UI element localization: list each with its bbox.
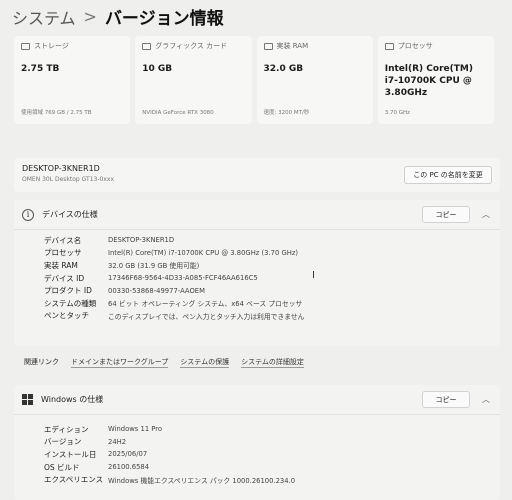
spec-label: ペンとタッチ: [44, 311, 89, 321]
spec-value: 17346F68-9564-4D33-A085-FCF46AA616C5: [108, 274, 258, 283]
card-value: 2.75 TB: [21, 64, 60, 74]
card-value: 10 GB: [142, 64, 173, 74]
processor-card: プロセッサ Intel(R) Core(TM) i7-10700K CPU @ …: [377, 36, 494, 124]
storage-card: ストレージ 2.75 TB 使用領域 769 GB / 2.75 TB: [14, 36, 131, 124]
spec-label: インストール日: [44, 449, 97, 459]
related-links-heading: 関連リンク: [24, 358, 59, 366]
spec-row: プロダクト ID 00330-53868-49977-AAOEM: [44, 284, 500, 297]
spec-row: OS ビルド 26100.6584: [44, 461, 500, 474]
ram-icon: [263, 42, 273, 50]
ram-card: 実装 RAM 32.0 GB 速度: 3200 MT/秒: [256, 36, 373, 124]
spec-row: プロセッサ Intel(R) Core(TM) i7-10700K CPU @ 3…: [44, 247, 500, 260]
card-value: Intel(R) Core(TM) i7-10700K CPU @ 3.80GH…: [384, 64, 473, 98]
spec-row: エクスペリエンス Windows 機能エクスペリエンス パック 1000.2610…: [44, 473, 500, 486]
card-label: ストレージ: [34, 42, 69, 50]
breadcrumb: システム > バージョン情報: [12, 4, 224, 29]
spec-row: バージョン 24H2: [44, 436, 500, 449]
chevron-up-icon[interactable]: ︿: [482, 394, 490, 405]
card-sub: 使用領域 769 GB / 2.75 TB: [21, 110, 92, 116]
domain-workgroup-link[interactable]: ドメインまたはワークグループ: [71, 357, 169, 368]
spec-label: デバイス ID: [44, 273, 85, 283]
processor-icon: [384, 42, 394, 50]
spec-value: 32.0 GB (31.9 GB 使用可能): [108, 262, 200, 271]
graphics-card: グラフィックス カード 10 GB NVIDIA GeForce RTX 308…: [135, 36, 252, 124]
chevron-up-icon[interactable]: ︿: [482, 209, 490, 220]
windows-spec-list: エディション Windows 11 Pro バージョン 24H2 インストール日 20…: [14, 415, 500, 486]
spec-label: エクスペリエンス: [44, 475, 104, 485]
spec-value: Intel(R) Core(TM) i7-10700K CPU @ 3.80GH…: [108, 248, 299, 257]
card-sub: NVIDIA GeForce RTX 3080: [142, 110, 214, 116]
spec-row: ペンとタッチ このディスプレイでは、ペン入力とタッチ入力は利用できません: [44, 310, 500, 323]
windows-specs-panel: Windows の仕様 コピー ︿ エディション Windows 11 Pro バ…: [14, 385, 500, 500]
info-icon: i: [22, 208, 34, 221]
spec-row: エディション Windows 11 Pro: [44, 423, 500, 436]
card-sub: 速度: 3200 MT/秒: [263, 110, 310, 116]
card-label: プロセッサ: [397, 42, 433, 50]
page-title: バージョン情報: [104, 9, 224, 29]
spec-row: システムの種類 64 ビット オペレーティング システム、x64 ベース プロセッ…: [44, 297, 500, 310]
spec-row: デバイス名 DESKTOP-3KNER1D: [44, 234, 500, 247]
system-protection-link[interactable]: システムの保護: [180, 357, 230, 368]
spec-row: インストール日 2025/06/07: [44, 448, 500, 461]
spec-value: Windows 機能エクスペリエンス パック 1000.26100.234.0: [108, 476, 296, 485]
copy-device-specs-button[interactable]: コピー: [422, 206, 470, 223]
advanced-system-settings-link[interactable]: システムの詳細設定: [241, 357, 304, 368]
card-label: 実装 RAM: [276, 42, 309, 50]
device-specs-header[interactable]: i デバイスの仕様 コピー ︿: [14, 200, 500, 230]
spec-value: 64 ビット オペレーティング システム、x64 ベース プロセッサ: [108, 300, 303, 309]
spec-row: 実装 RAM 32.0 GB (31.9 GB 使用可能): [44, 259, 500, 272]
spec-value: Windows 11 Pro: [108, 425, 163, 434]
copy-windows-specs-button[interactable]: コピー: [422, 391, 470, 408]
card-value: 32.0 GB: [263, 64, 304, 74]
windows-logo-icon: [22, 394, 33, 405]
spec-value: 26100.6584: [108, 463, 150, 472]
storage-icon: [21, 42, 30, 50]
spec-label: プロダクト ID: [44, 286, 92, 296]
spec-value: 2025/06/07: [108, 450, 148, 459]
card-label: グラフィックス カード: [155, 42, 228, 50]
text-cursor-icon: I: [312, 270, 315, 281]
windows-specs-title: Windows の仕様: [41, 395, 104, 404]
spec-label: OS ビルド: [44, 462, 80, 472]
spec-value: DESKTOP-3KNER1D: [108, 236, 175, 245]
breadcrumb-separator: >: [83, 7, 97, 26]
spec-label: システムの種類: [44, 298, 97, 308]
graphics-card-icon: [142, 42, 152, 50]
spec-label: バージョン: [44, 437, 82, 447]
windows-specs-header[interactable]: Windows の仕様 コピー ︿: [14, 385, 500, 415]
spec-cards: ストレージ 2.75 TB 使用領域 769 GB / 2.75 TB グラフィ…: [14, 36, 494, 124]
spec-row: デバイス ID 17346F68-9564-4D33-A085-FCF46AA61…: [44, 272, 500, 285]
spec-value: このディスプレイでは、ペン入力とタッチ入力は利用できません: [108, 312, 305, 321]
spec-label: 実装 RAM: [44, 260, 78, 270]
rename-pc-button[interactable]: この PC の名前を変更: [404, 166, 492, 184]
device-spec-list: デバイス名 DESKTOP-3KNER1D プロセッサ Intel(R) Core(…: [14, 230, 500, 322]
card-sub: 3.70 GHz: [384, 110, 411, 116]
spec-label: プロセッサ: [44, 248, 82, 258]
spec-label: エディション: [44, 424, 89, 434]
device-specs-panel: i デバイスの仕様 コピー ︿ デバイス名 DESKTOP-3KNER1D プロセ…: [14, 200, 500, 346]
device-name-bar: DESKTOP-3KNER1D OMEN 30L Desktop GT13-0x…: [14, 158, 500, 192]
device-specs-title: デバイスの仕様: [42, 210, 98, 219]
related-links: 関連リンク ドメインまたはワークグループ システムの保護 システムの詳細設定: [24, 357, 304, 368]
spec-label: デバイス名: [44, 235, 82, 245]
spec-value: 24H2: [108, 437, 127, 446]
spec-value: 00330-53868-49977-AAOEM: [108, 286, 205, 295]
breadcrumb-system-link[interactable]: システム: [12, 5, 76, 29]
